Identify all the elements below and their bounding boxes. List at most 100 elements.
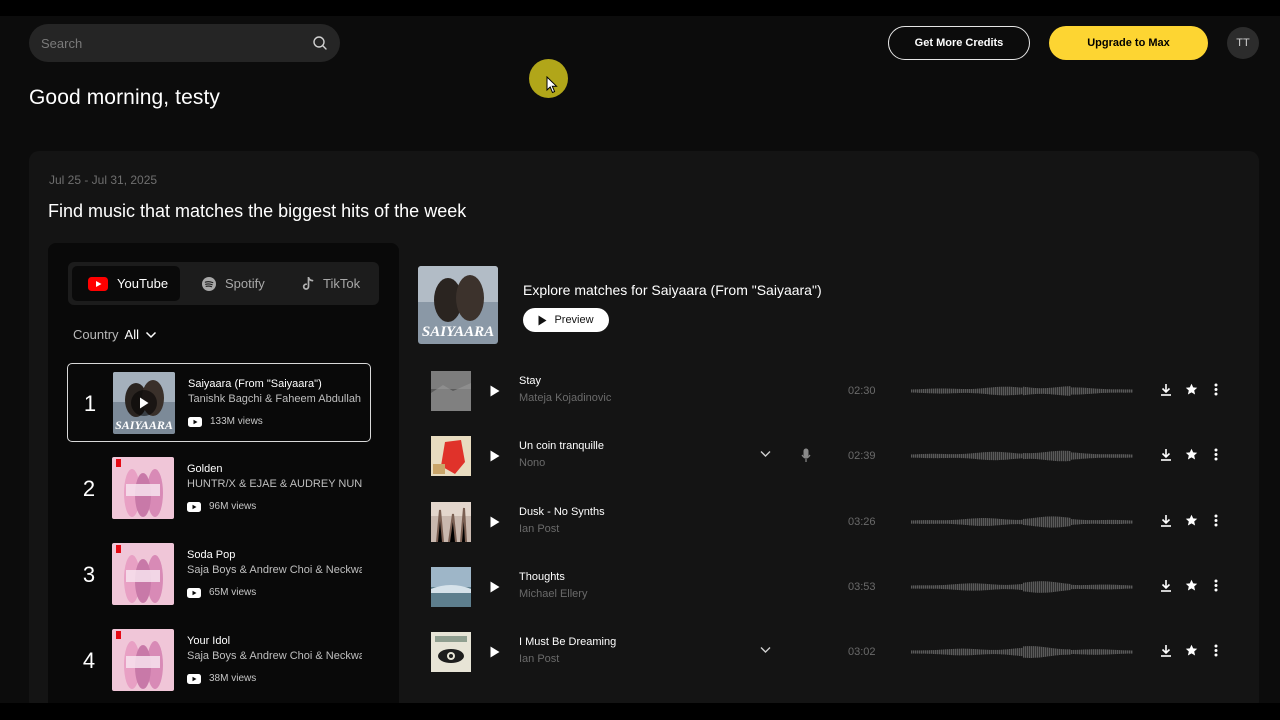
track-row[interactable]: I Must Be Dreaming Ian Post 03:02 xyxy=(418,622,1259,682)
track-artist[interactable]: Nono xyxy=(519,457,545,469)
download-icon[interactable] xyxy=(1160,448,1172,462)
play-icon[interactable] xyxy=(490,385,500,397)
waveform[interactable] xyxy=(911,376,1133,406)
play-icon[interactable] xyxy=(490,646,500,658)
chevron-down-icon[interactable] xyxy=(760,646,771,654)
play-overlay-icon[interactable] xyxy=(131,390,157,416)
microphone-icon[interactable] xyxy=(801,448,811,463)
chart-views: 133M views xyxy=(188,416,263,427)
chart-thumbnail[interactable] xyxy=(112,457,174,519)
waveform[interactable] xyxy=(911,637,1133,667)
kpop-demon-hunters-artwork xyxy=(112,457,174,519)
track-duration: 02:30 xyxy=(848,385,876,397)
search-bar[interactable] xyxy=(29,24,340,62)
track-row[interactable]: Stay Mateja Kojadinovic 02:30 xyxy=(418,361,1259,421)
chart-artist: Saja Boys & Andrew Choi & Neckwav xyxy=(187,564,362,576)
greeting-heading: Good morning, testy xyxy=(29,86,220,109)
chart-thumbnail[interactable]: SAIYAARA xyxy=(113,372,175,434)
country-label: Country xyxy=(73,327,119,342)
waveform[interactable] xyxy=(911,507,1133,537)
track-title: Dusk - No Synths xyxy=(519,505,605,518)
track-thumbnail xyxy=(431,566,471,607)
artwork-text: SAIYAARA xyxy=(422,324,494,340)
youtube-icon xyxy=(88,276,108,291)
chart-title: Golden xyxy=(187,463,223,475)
get-more-credits-button[interactable]: Get More Credits xyxy=(888,26,1030,60)
app-window: Get More Credits Upgrade to Max TT Good … xyxy=(0,16,1280,703)
download-icon[interactable] xyxy=(1160,514,1172,527)
play-icon[interactable] xyxy=(490,516,500,528)
play-icon[interactable] xyxy=(490,450,500,462)
star-icon[interactable] xyxy=(1185,579,1198,592)
chevron-down-icon[interactable] xyxy=(760,450,771,458)
play-icon xyxy=(538,315,547,325)
explore-title: Explore matches for Saiyaara (From "Saiy… xyxy=(523,282,822,298)
search-input[interactable] xyxy=(41,35,312,51)
charts-panel: YouTube Spotify TikTok Country All 1 SAI… xyxy=(48,243,399,703)
track-thumbnail xyxy=(431,371,471,411)
more-options-icon[interactable] xyxy=(1214,579,1218,592)
chart-views: 65M views xyxy=(187,587,256,598)
more-options-icon[interactable] xyxy=(1214,514,1218,527)
chart-item[interactable]: 3 Soda Pop Saja Boys & Andrew Choi & Nec… xyxy=(67,535,371,614)
more-options-icon[interactable] xyxy=(1214,383,1218,396)
tab-spotify[interactable]: Spotify xyxy=(186,266,282,301)
tiktok-icon xyxy=(302,276,314,290)
chart-rank: 3 xyxy=(82,561,96,587)
weekly-hits-card: Jul 25 - Jul 31, 2025 Find music that ma… xyxy=(29,151,1259,703)
download-icon[interactable] xyxy=(1160,383,1172,396)
chart-item[interactable]: 2 Golden HUNTR/X & EJAE & AUDREY NUNA 96… xyxy=(67,449,371,528)
upgrade-button[interactable]: Upgrade to Max xyxy=(1049,26,1208,60)
track-row[interactable]: Thoughts Michael Ellery 03:53 xyxy=(418,557,1259,617)
track-artist[interactable]: Mateja Kojadinovic xyxy=(519,392,611,404)
youtube-icon xyxy=(187,501,201,512)
kpop-demon-hunters-artwork xyxy=(112,543,174,605)
play-icon[interactable] xyxy=(490,581,500,593)
avatar[interactable]: TT xyxy=(1227,27,1259,59)
star-icon[interactable] xyxy=(1185,383,1198,396)
star-icon[interactable] xyxy=(1185,644,1198,657)
tab-youtube[interactable]: YouTube xyxy=(72,266,180,301)
tab-tiktok[interactable]: TikTok xyxy=(286,266,374,301)
waveform[interactable] xyxy=(911,441,1133,471)
chart-artist: Tanishk Bagchi & Faheem Abdullah xyxy=(188,393,362,405)
track-artist[interactable]: Ian Post xyxy=(519,653,559,665)
chart-thumbnail[interactable] xyxy=(112,543,174,605)
chart-title: Your Idol xyxy=(187,635,231,647)
chart-views: 38M views xyxy=(187,673,256,684)
chart-title: Soda Pop xyxy=(187,549,236,561)
date-range: Jul 25 - Jul 31, 2025 xyxy=(49,173,158,187)
preview-button[interactable]: Preview xyxy=(523,308,609,332)
download-icon[interactable] xyxy=(1160,579,1172,592)
star-icon[interactable] xyxy=(1185,514,1198,527)
chevron-down-icon xyxy=(145,331,157,338)
chart-artist: Saja Boys & Andrew Choi & Neckwav xyxy=(187,650,362,662)
star-icon[interactable] xyxy=(1185,448,1198,461)
youtube-icon xyxy=(188,416,202,427)
track-row[interactable]: Dusk - No Synths Ian Post 03:26 xyxy=(418,492,1259,552)
more-options-icon[interactable] xyxy=(1214,644,1218,657)
track-row[interactable]: Un coin tranquille Nono 02:39 xyxy=(418,426,1259,486)
views-count: 65M views xyxy=(209,587,257,598)
track-thumbnail xyxy=(431,436,471,477)
track-duration: 03:26 xyxy=(848,515,876,528)
download-icon[interactable] xyxy=(1160,644,1172,657)
youtube-icon xyxy=(187,673,201,684)
track-artist[interactable]: Michael Ellery xyxy=(519,588,587,600)
track-title: Stay xyxy=(519,375,542,387)
country-filter[interactable]: Country All xyxy=(73,327,157,342)
spotify-icon xyxy=(202,276,216,291)
search-icon[interactable] xyxy=(312,35,328,51)
chart-artist: HUNTR/X & EJAE & AUDREY NUNA xyxy=(187,478,362,490)
views-count: 38M views xyxy=(209,673,257,684)
track-artist[interactable]: Ian Post xyxy=(519,523,559,535)
chart-item[interactable]: 4 Your Idol Saja Boys & Andrew Choi & Ne… xyxy=(67,621,371,700)
kpop-demon-hunters-artwork xyxy=(112,629,174,691)
track-thumbnail xyxy=(431,501,471,542)
chart-views: 96M views xyxy=(187,501,256,512)
chart-thumbnail[interactable] xyxy=(112,629,174,691)
waveform[interactable] xyxy=(911,572,1133,602)
chart-item[interactable]: 1 SAIYAARA Saiyaara (From "Saiyaara") Ta… xyxy=(67,363,371,442)
track-title: I Must Be Dreaming xyxy=(519,636,617,649)
more-options-icon[interactable] xyxy=(1214,448,1218,461)
